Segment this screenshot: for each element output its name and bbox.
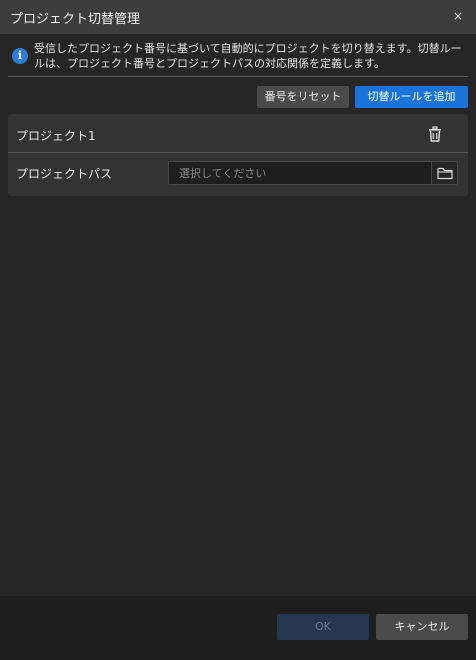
title-bar: プロジェクト切替管理 × [0,0,476,34]
dialog-title: プロジェクト切替管理 [10,12,141,27]
browse-folder-button[interactable] [432,161,458,185]
reset-number-button[interactable]: 番号をリセット [257,86,349,108]
cancel-button[interactable]: キャンセル [376,614,468,640]
card-divider [8,152,468,153]
close-icon[interactable]: × [450,8,466,24]
add-rule-button[interactable]: 切替ルールを追加 [355,86,468,108]
rule-card: プロジェクト1 プロジェクトパス [8,114,468,196]
trash-icon[interactable] [427,126,443,142]
info-text: 受信したプロジェクト番号に基づいて自動的にプロジェクトを切り替えます。切替ルール… [34,42,462,70]
dialog-footer: OK キャンセル [0,596,476,660]
info-banner: i 受信したプロジェクト番号に基づいて自動的にプロジェクトを切り替えます。切替ル… [8,38,468,77]
info-icon: i [12,48,28,64]
folder-icon [437,167,453,180]
ok-button[interactable]: OK [277,614,369,640]
project-path-input[interactable] [168,161,432,185]
project-name: プロジェクト1 [16,129,96,143]
project-path-label: プロジェクトパス [16,167,113,181]
